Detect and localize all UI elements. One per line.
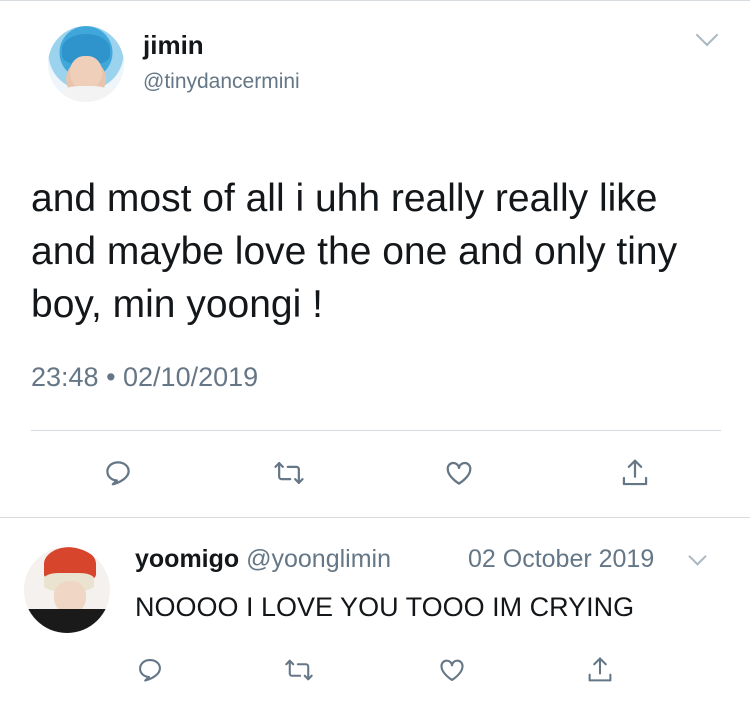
- reply-icon: [106, 461, 130, 486]
- top-divider: [0, 0, 750, 1]
- tweet-timestamp[interactable]: 23:48 • 02/10/2019: [31, 362, 258, 393]
- reply-avatar[interactable]: [24, 547, 110, 633]
- reply-text: NOOOO I LOVE YOU TOOO IM CRYING: [135, 592, 635, 622]
- divider: [31, 430, 721, 431]
- reply-username-handle[interactable]: @yoonglimin: [246, 545, 391, 573]
- reply-icon: [139, 659, 161, 682]
- reply-like-button[interactable]: [434, 652, 470, 688]
- display-name[interactable]: jimin: [143, 30, 204, 61]
- reply-reply-button[interactable]: [132, 652, 168, 688]
- tweet-text: and most of all i uhh really really like…: [31, 177, 678, 326]
- reply-button[interactable]: [100, 455, 136, 491]
- retweet-icon: [285, 659, 313, 681]
- reply-display-name[interactable]: yoomigo: [135, 545, 239, 573]
- reply-chevron-down-icon[interactable]: [688, 547, 707, 566]
- reply-retweet-button[interactable]: [281, 652, 317, 688]
- section-divider: [0, 517, 750, 518]
- retweet-button[interactable]: [271, 455, 307, 491]
- reply-share-button[interactable]: [582, 652, 618, 688]
- like-button[interactable]: [441, 455, 477, 491]
- share-icon: [588, 657, 612, 682]
- reply-header: yoomigo @yoonglimin: [135, 545, 391, 574]
- avatar[interactable]: [48, 26, 124, 102]
- username-handle[interactable]: @tinydancermini: [143, 70, 300, 94]
- retweet-icon: [274, 462, 304, 484]
- like-icon: [440, 659, 464, 681]
- chevron-down-icon[interactable]: [695, 23, 719, 47]
- like-icon: [446, 461, 472, 485]
- reply-date[interactable]: 02 October 2019: [468, 545, 654, 574]
- share-icon: [622, 459, 648, 486]
- share-button[interactable]: [617, 455, 653, 491]
